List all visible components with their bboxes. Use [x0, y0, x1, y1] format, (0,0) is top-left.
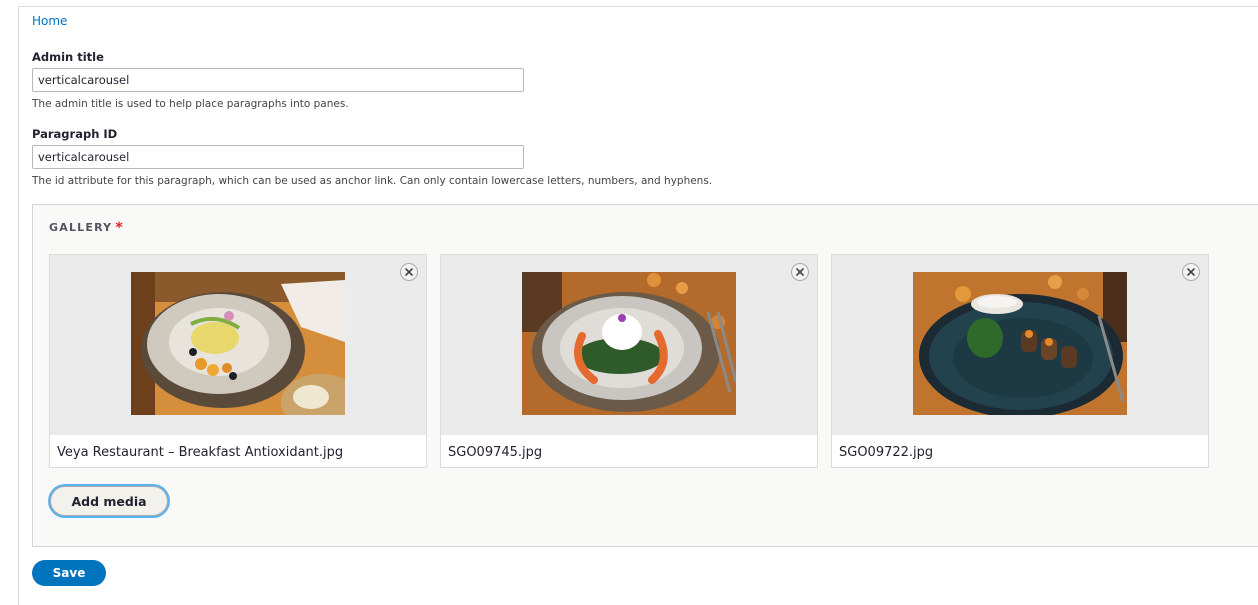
food-photo-shrimp-image[interactable] — [522, 272, 736, 415]
gallery-fieldset: GALLERY * Veya Restaurant – Breakfast An… — [32, 204, 1258, 547]
paragraph-id-label: Paragraph ID — [32, 127, 118, 141]
food-photo-breakfast-image[interactable] — [131, 272, 345, 415]
remove-media-button[interactable] — [1182, 263, 1200, 281]
gallery-title: GALLERY * — [49, 220, 123, 236]
close-icon — [405, 268, 413, 276]
media-filename: SGO09745.jpg — [448, 445, 543, 460]
admin-title-description: The admin title is used to help place pa… — [32, 98, 349, 110]
media-item: Veya Restaurant – Breakfast Antioxidant.… — [49, 254, 427, 468]
media-item: SGO09745.jpg — [440, 254, 818, 468]
admin-title-label: Admin title — [32, 50, 104, 64]
paragraph-id-description: The id attribute for this paragraph, whi… — [32, 175, 713, 187]
food-photo-rolls-image[interactable] — [913, 272, 1127, 415]
close-icon — [1187, 268, 1195, 276]
gallery-title-text: GALLERY — [49, 221, 113, 234]
breadcrumb-home[interactable]: Home — [32, 14, 67, 28]
remove-media-button[interactable] — [791, 263, 809, 281]
media-thumbnail-area — [441, 255, 817, 435]
media-filename: SGO09722.jpg — [839, 445, 934, 460]
paragraph-id-input[interactable] — [32, 145, 524, 169]
media-item: SGO09722.jpg — [831, 254, 1209, 468]
close-icon — [796, 268, 804, 276]
remove-media-button[interactable] — [400, 263, 418, 281]
media-filename: Veya Restaurant – Breakfast Antioxidant.… — [57, 445, 344, 460]
media-thumbnail-area — [50, 255, 426, 435]
media-thumbnail-area — [832, 255, 1208, 435]
save-button[interactable]: Save — [32, 560, 106, 586]
admin-title-input[interactable] — [32, 68, 524, 92]
add-media-button[interactable]: Add media — [50, 486, 168, 516]
required-marker: * — [115, 220, 123, 236]
